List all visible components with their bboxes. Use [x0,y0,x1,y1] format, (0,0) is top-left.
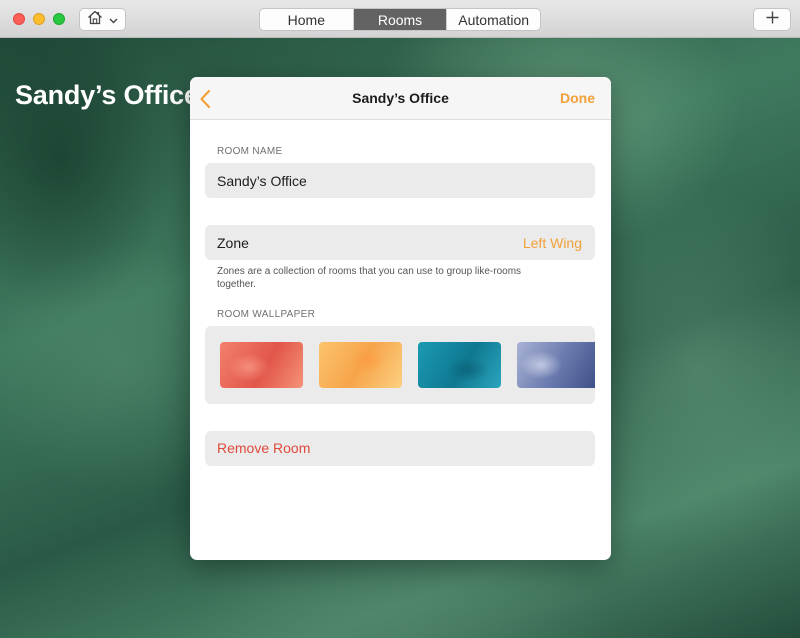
zone-value: Left Wing [522,235,582,251]
wallpaper-label: ROOM WALLPAPER [217,309,316,320]
close-window-button[interactable] [13,13,25,25]
sheet-title: Sandy’s Office [352,90,449,106]
view-segmented-control: Home Rooms Automation [259,8,541,31]
zone-help-text: Zones are a collection of rooms that you… [217,266,522,290]
room-settings-sheet: Sandy’s Office Done ROOM NAME Sandy’s Of… [190,77,611,560]
done-button[interactable]: Done [560,90,595,106]
wallpaper-option-indigo[interactable] [517,342,595,388]
zoom-window-button[interactable] [53,13,65,25]
tab-home[interactable]: Home [260,9,354,30]
remove-room-button[interactable]: Remove Room [205,431,595,466]
wallpaper-option-teal[interactable] [418,342,501,388]
chevron-down-icon [109,11,118,29]
minimize-window-button[interactable] [33,13,45,25]
sheet-header: Sandy’s Office Done [190,77,611,120]
add-button[interactable] [753,8,791,31]
zone-row[interactable]: Zone Left Wing [205,225,595,260]
tab-rooms[interactable]: Rooms [353,9,448,30]
room-name-value: Sandy’s Office [217,173,307,189]
remove-room-label: Remove Room [217,440,311,456]
tab-automation[interactable]: Automation [447,9,540,30]
room-name-label: ROOM NAME [217,146,283,157]
titlebar: Home Rooms Automation [0,0,800,38]
home-menu-button[interactable] [79,8,126,31]
wallpaper-option-coral[interactable] [220,342,303,388]
room-name-field[interactable]: Sandy’s Office [205,163,595,198]
wallpaper-picker [205,326,595,404]
zone-label: Zone [217,235,249,251]
house-icon [87,10,103,30]
room-title: Sandy’s Office [15,80,199,110]
plus-icon [766,11,779,29]
wallpaper-option-amber[interactable] [319,342,402,388]
